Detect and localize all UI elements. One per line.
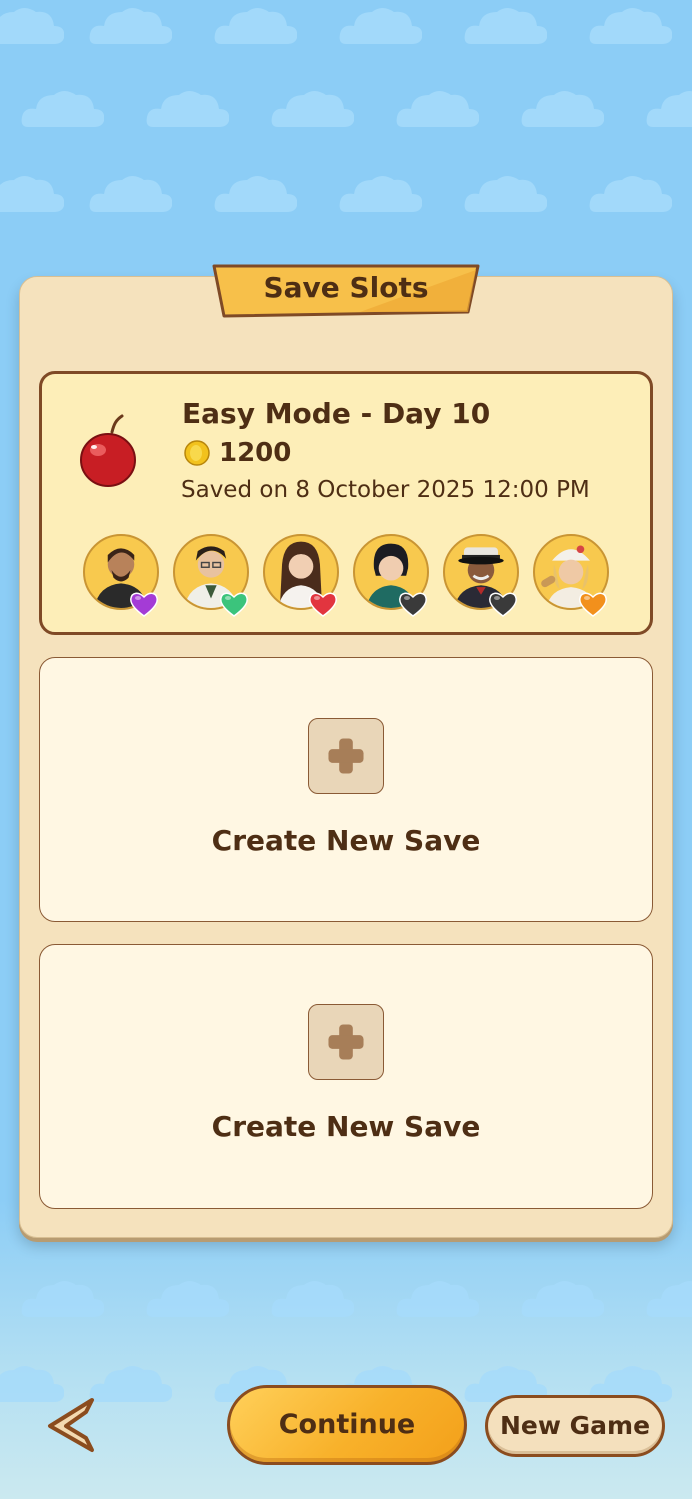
cloud-decoration: [0, 4, 64, 44]
add-save-button[interactable]: [308, 718, 384, 794]
cloud-decoration: [463, 4, 547, 44]
cloud-decoration: [588, 172, 672, 212]
saved-timestamp: Saved on 8 October 2025 12:00 PM: [181, 477, 590, 503]
cloud-decoration: [395, 87, 479, 127]
cloud-decoration: [20, 87, 104, 127]
cloud-decoration: [645, 1277, 692, 1317]
cloud-decoration: [145, 87, 229, 127]
back-button[interactable]: [40, 1394, 98, 1456]
create-new-save-label: Create New Save: [211, 824, 481, 857]
chevron-left-icon: [48, 1398, 94, 1452]
new-game-button-label: New Game: [499, 1411, 651, 1440]
coin-icon: [184, 440, 210, 466]
cloud-decoration: [270, 1277, 354, 1317]
heart-icon: [219, 590, 249, 618]
cloud-decoration: [395, 1277, 479, 1317]
cloud-decoration: [520, 1277, 604, 1317]
coin-count: 1200: [219, 438, 292, 468]
new-game-button[interactable]: New Game: [485, 1395, 665, 1457]
cloud-decoration: [338, 4, 422, 44]
cloud-decoration: [588, 4, 672, 44]
cloud-decoration: [645, 87, 692, 127]
cloud-decoration: [88, 1362, 172, 1402]
panel-title: Save Slots: [263, 271, 429, 304]
heart-icon: [398, 590, 428, 618]
candy-apple-icon: [76, 414, 140, 488]
heart-icon: [488, 590, 518, 618]
cloud-decoration: [520, 87, 604, 127]
continue-button-label: Continue: [278, 1409, 416, 1440]
cloud-decoration: [213, 172, 297, 212]
heart-icon: [129, 590, 159, 618]
cloud-decoration: [213, 4, 297, 44]
cloud-decoration: [88, 172, 172, 212]
cloud-decoration: [270, 87, 354, 127]
save-slot-title: Easy Mode - Day 10: [182, 397, 491, 430]
heart-icon: [308, 590, 338, 618]
panel-title-banner: Save Slots: [210, 262, 482, 318]
cloud-decoration: [20, 1277, 104, 1317]
continue-button[interactable]: Continue: [227, 1385, 467, 1465]
plus-icon: [328, 1024, 364, 1060]
create-new-save-label: Create New Save: [211, 1110, 481, 1143]
heart-icon: [578, 590, 608, 618]
cloud-decoration: [0, 172, 64, 212]
cloud-decoration: [338, 172, 422, 212]
add-save-button[interactable]: [308, 1004, 384, 1080]
cloud-decoration: [88, 4, 172, 44]
cloud-decoration: [145, 1277, 229, 1317]
plus-icon: [328, 738, 364, 774]
cloud-decoration: [463, 172, 547, 212]
